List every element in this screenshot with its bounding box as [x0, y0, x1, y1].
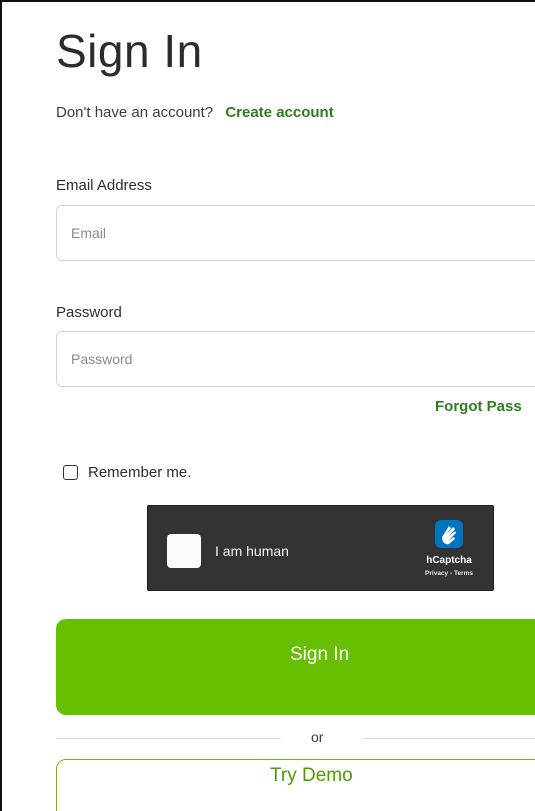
create-account-link[interactable]: Create account: [225, 104, 333, 121]
password-label: Password: [56, 304, 122, 321]
forgot-password-link[interactable]: Forgot Pass: [435, 398, 522, 415]
sign-in-page: Sign In Don't have an account? Create ac…: [0, 0, 535, 811]
sign-in-button[interactable]: Sign In: [56, 619, 535, 715]
try-demo-button-label: Try Demo: [270, 765, 353, 786]
captcha-checkbox[interactable]: [167, 534, 201, 568]
sign-in-button-label: Sign In: [290, 644, 350, 665]
signup-row: Don't have an account? Create account: [56, 104, 334, 121]
remember-me-checkbox[interactable]: [63, 465, 78, 480]
remember-me[interactable]: Remember me.: [63, 464, 191, 481]
divider-or: or: [311, 729, 324, 745]
captcha-privacy-terms-link[interactable]: Privacy - Terms: [416, 570, 482, 577]
email-label: Email Address: [56, 177, 152, 194]
captcha-brand: hCaptcha: [426, 555, 472, 566]
hcaptcha-widget: I am human hCaptcha Privacy - Terms: [147, 505, 494, 591]
divider-line-left: [56, 738, 281, 739]
try-demo-button[interactable]: Try Demo: [56, 759, 535, 811]
captcha-label: I am human: [215, 543, 289, 559]
page-title: Sign In: [56, 25, 203, 77]
password-field[interactable]: [56, 331, 535, 387]
email-field[interactable]: [56, 205, 535, 261]
hcaptcha-hand-icon: [435, 520, 463, 548]
signup-prompt: Don't have an account?: [56, 104, 214, 121]
remember-me-label: Remember me.: [88, 464, 192, 481]
divider-line-right: [363, 738, 535, 739]
